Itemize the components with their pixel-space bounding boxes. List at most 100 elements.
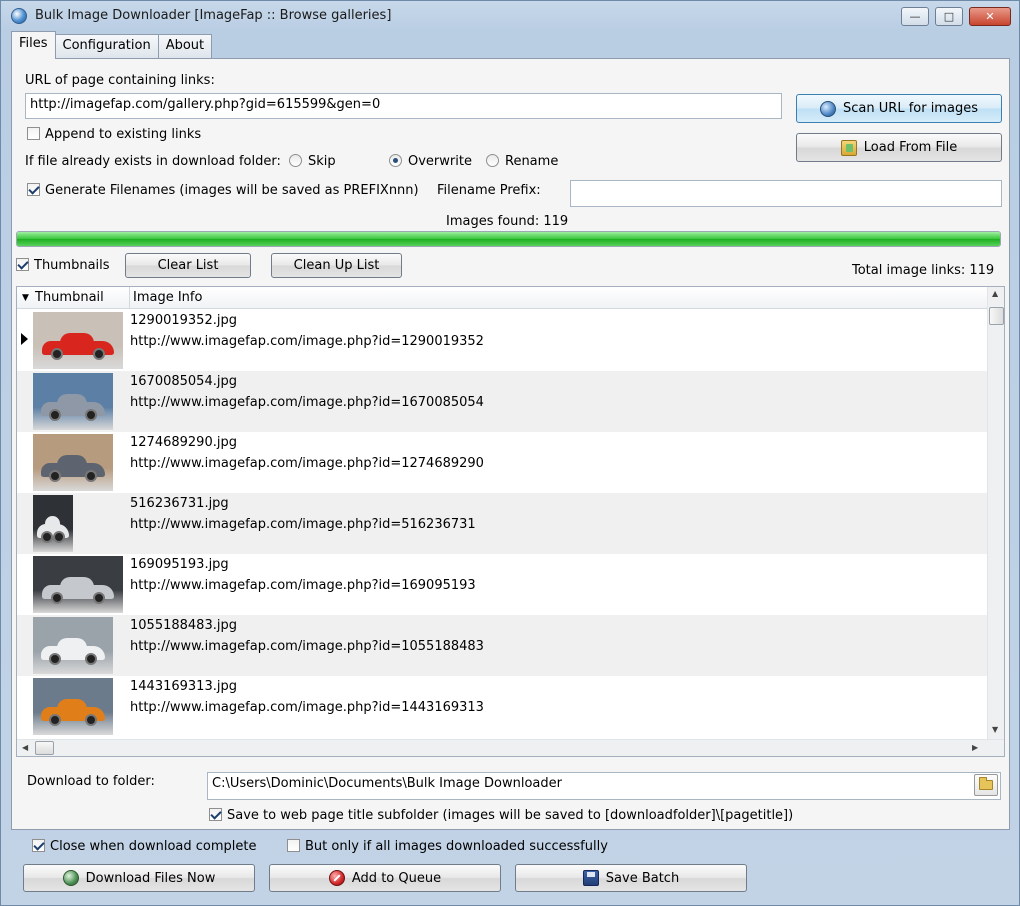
car-thumbnail[interactable] (33, 617, 113, 674)
vertical-scroll-thumb[interactable] (989, 307, 1004, 325)
close-when-done-option[interactable]: Close when download complete (32, 839, 257, 854)
image-url: http://www.imagefap.com/image.php?id=129… (130, 334, 484, 349)
thumbnails-label: Thumbnails (34, 258, 110, 273)
sort-down-icon[interactable]: ▼ (22, 293, 29, 303)
overwrite-radio[interactable] (389, 154, 402, 167)
subfolder-label: Save to web page title subfolder (images… (227, 808, 794, 823)
window-title: Bulk Image Downloader [ImageFap :: Brows… (35, 8, 392, 23)
scroll-up-icon[interactable]: ▲ (992, 289, 998, 298)
image-url: http://www.imagefap.com/image.php?id=144… (130, 700, 484, 715)
image-filename: 1443169313.jpg (130, 679, 237, 694)
scan-url-label: Scan URL for images (843, 101, 978, 116)
append-checkbox[interactable] (27, 127, 40, 140)
image-filename: 516236731.jpg (130, 496, 229, 511)
list-item[interactable]: 1443169313.jpg http://www.imagefap.com/im… (17, 676, 987, 737)
car-wheel (51, 592, 63, 604)
scroll-right-icon[interactable]: ▶ (972, 743, 978, 752)
file-exists-label: If file already exists in download folde… (25, 154, 281, 169)
column-divider[interactable] (129, 287, 130, 309)
list-item[interactable]: 1274689290.jpg http://www.imagefap.com/im… (17, 432, 987, 493)
subfolder-option[interactable]: Save to web page title subfolder (images… (209, 808, 793, 823)
skip-label: Skip (308, 154, 336, 169)
url-label: URL of page containing links: (25, 73, 215, 88)
car-thumbnail[interactable] (33, 678, 113, 735)
image-filename: 1670085054.jpg (130, 374, 237, 389)
append-option[interactable]: Append to existing links (27, 127, 201, 142)
rename-radio[interactable] (486, 154, 499, 167)
load-from-file-button[interactable]: Load From File (796, 133, 1002, 162)
title-bar: Bulk Image Downloader [ImageFap :: Brows… (1, 1, 1019, 31)
column-image-info[interactable]: Image Info (133, 290, 202, 305)
only-if-success-label: But only if all images downloaded succes… (305, 839, 608, 854)
car-thumbnail[interactable] (33, 434, 113, 491)
save-batch-label: Save Batch (605, 870, 680, 886)
load-from-file-label: Load From File (863, 140, 958, 155)
download-files-now-button[interactable]: Download Files Now (23, 864, 255, 892)
green-globe-icon (62, 870, 79, 886)
only-if-success-option[interactable]: But only if all images downloaded succes… (287, 839, 608, 854)
close-button[interactable]: ✕ (969, 7, 1011, 26)
append-label: Append to existing links (45, 127, 202, 142)
car-wheel (49, 714, 61, 726)
image-filename: 1274689290.jpg (130, 435, 237, 450)
filename-prefix-input[interactable] (570, 180, 1002, 207)
car-wheel (49, 653, 61, 665)
clean-up-list-button[interactable]: Clean Up List (271, 253, 402, 278)
save-batch-button[interactable]: Save Batch (515, 864, 747, 892)
list-item[interactable]: 516236731.jpg http://www.imagefap.com/ima… (17, 493, 987, 554)
horizontal-scrollbar[interactable]: ◀ ▶ (17, 739, 1004, 756)
image-url: http://www.imagefap.com/image.php?id=127… (130, 456, 484, 471)
scroll-down-icon[interactable]: ▼ (992, 725, 998, 734)
minimize-button[interactable]: — (901, 7, 929, 26)
list-item[interactable]: 1055188483.jpg http://www.imagefap.com/im… (17, 615, 987, 676)
tab-about[interactable]: About (157, 34, 213, 58)
close-when-done-label: Close when download complete (50, 839, 257, 854)
car-wheel (49, 409, 61, 421)
app-window: Bulk Image Downloader [ImageFap :: Brows… (0, 0, 1020, 906)
add-to-queue-button[interactable]: Add to Queue (269, 864, 501, 892)
generate-filenames-checkbox[interactable] (27, 183, 40, 196)
disk-icon (582, 870, 599, 886)
maximize-button[interactable]: □ (935, 7, 963, 26)
tab-files[interactable]: Files (11, 31, 56, 59)
radio-overwrite[interactable]: Overwrite (389, 154, 472, 169)
tab-configuration[interactable]: Configuration (54, 34, 159, 58)
scroll-left-icon[interactable]: ◀ (22, 743, 28, 752)
list-item[interactable]: 1290019352.jpg http://www.imagefap.com/im… (17, 310, 987, 371)
app-globe-icon (11, 8, 27, 24)
globe-icon (820, 100, 837, 117)
close-when-done-checkbox[interactable] (32, 839, 45, 852)
horizontal-scroll-thumb[interactable] (35, 741, 54, 755)
download-folder-label: Download to folder: (27, 774, 155, 789)
download-files-now-label: Download Files Now (85, 870, 216, 886)
download-folder-input[interactable]: C:\Users\Dominic\Documents\Bulk Image Do… (207, 772, 1001, 800)
image-filename: 1055188483.jpg (130, 618, 237, 633)
skip-radio[interactable] (289, 154, 302, 167)
current-row-marker-icon (21, 333, 28, 345)
browse-folder-icon[interactable] (974, 774, 998, 796)
only-if-success-checkbox[interactable] (287, 839, 300, 852)
list-item[interactable]: 1670085054.jpg http://www.imagefap.com/im… (17, 371, 987, 432)
car-thumbnail[interactable] (33, 556, 123, 613)
subfolder-checkbox[interactable] (209, 808, 222, 821)
radio-rename[interactable]: Rename (486, 154, 558, 169)
scan-url-button[interactable]: Scan URL for images (796, 94, 1002, 123)
image-list: ▼ Thumbnail Image Info 1290019352.jpg htt… (16, 286, 1005, 757)
car-thumbnail[interactable] (33, 373, 113, 430)
clear-list-button[interactable]: Clear List (125, 253, 251, 278)
filename-prefix-label: Filename Prefix: (437, 183, 541, 198)
progress-fill (17, 232, 1000, 246)
car-wheel (49, 470, 61, 482)
car-wheel (53, 531, 65, 543)
thumbnails-checkbox[interactable] (16, 258, 29, 271)
car-thumbnail[interactable] (33, 312, 123, 369)
column-thumbnail[interactable]: Thumbnail (35, 290, 104, 305)
generate-filenames-option[interactable]: Generate Filenames (images will be saved… (27, 183, 419, 198)
folder-open-icon (840, 139, 857, 156)
list-item[interactable]: 169095193.jpg http://www.imagefap.com/ima… (17, 554, 987, 615)
vertical-scrollbar[interactable]: ▲ ▼ (987, 287, 1004, 739)
thumbnails-option[interactable]: Thumbnails (16, 258, 110, 273)
radio-skip[interactable]: Skip (289, 154, 336, 169)
car-thumbnail[interactable] (33, 495, 73, 552)
url-input[interactable]: http://imagefap.com/gallery.php?gid=6155… (25, 93, 782, 119)
